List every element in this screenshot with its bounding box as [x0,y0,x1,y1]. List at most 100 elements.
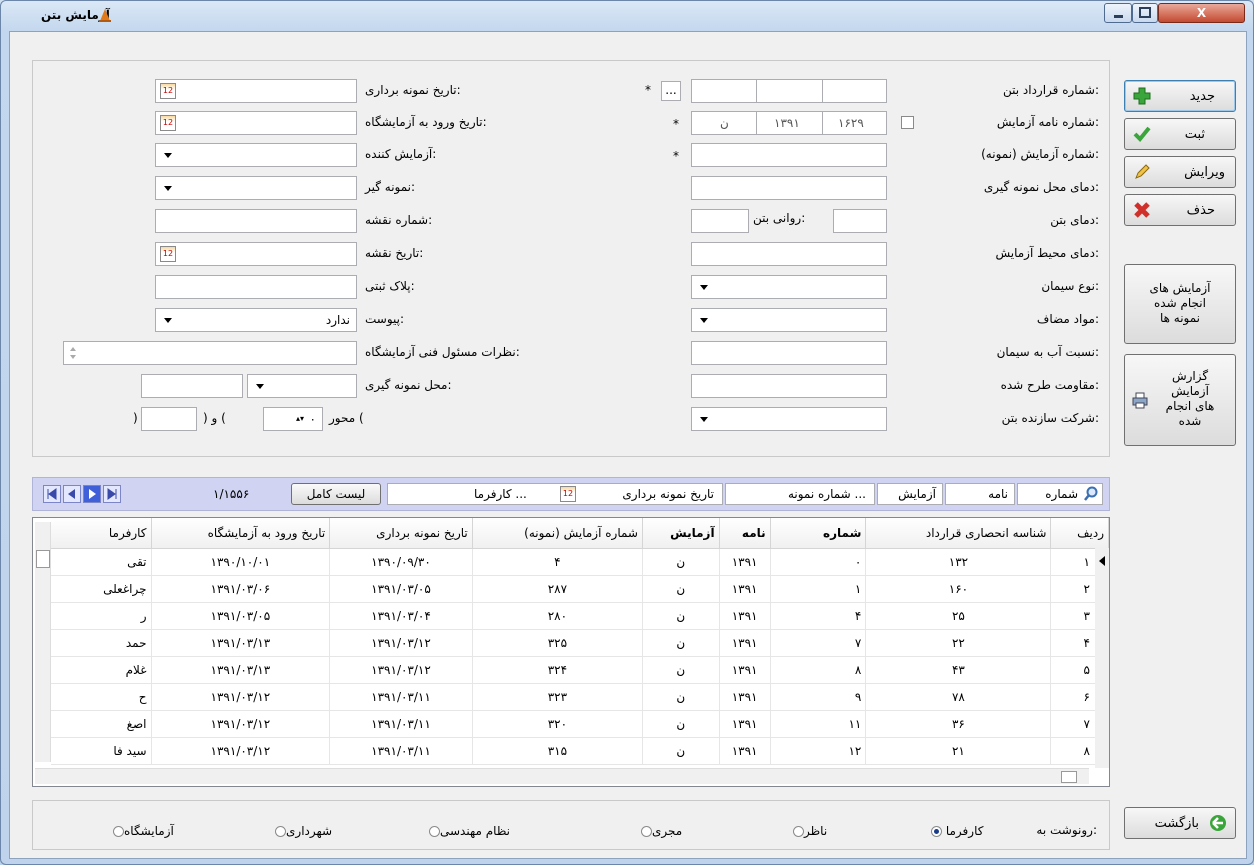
first-record-button[interactable] [43,485,61,503]
filter-letter: نامه [988,487,1008,501]
temp-sampling-field[interactable] [691,176,887,200]
minimize-button[interactable] [1104,3,1132,23]
maximize-button[interactable] [1132,3,1158,23]
col-lab-entry-date[interactable]: تاریخ ورود به آزمایشگاه [151,518,331,549]
map-date-field[interactable]: 12 [155,242,357,266]
table-row[interactable]: ح ۱۳۹۱/۰۳/۱۲ ۱۳۹۱/۰۳/۱۱ ۳۲۳ ن ۱۳۹۱ ۹ ۷۸ ۶ [51,683,1109,711]
title-bar[interactable]: آزمایش بتن X [1,1,1253,31]
copy-municipality-radio[interactable]: شهرداری [275,824,332,838]
table-row[interactable]: ر ۱۳۹۱/۰۳/۰۵ ۱۳۹۱/۰۳/۰۴ ۲۸۰ ن ۱۳۹۱ ۴ ۲۵ ۳ [51,602,1109,630]
records-grid[interactable]: کارفرما تاریخ ورود به آزمایشگاه تاریخ نم… [32,517,1110,787]
slump-field[interactable] [691,209,749,233]
sampler-select[interactable] [155,176,357,200]
sampling-place-text[interactable] [141,374,243,398]
test-filter[interactable]: آزمایش [877,483,943,505]
col-row[interactable]: ردیف [1050,518,1109,549]
map-no-field[interactable] [155,209,357,233]
prev-record-button[interactable] [63,485,81,503]
col-number[interactable]: شماره [770,518,867,549]
table-row[interactable]: تقی ۱۳۹۰/۱۰/۰۱ ۱۳۹۰/۰۹/۳۰ ۴ ن ۱۳۹۱ ۰ ۱۳۲ ۱ [51,548,1109,576]
tester-label: آزمایش کننده: [365,147,437,161]
table-cell: ۱۳۹۱ [719,656,771,684]
save-button[interactable]: ثبت [1124,118,1236,150]
calendar-icon[interactable]: 12 [160,83,176,99]
edit-button[interactable]: ویرایش [1124,156,1236,188]
design-strength-field[interactable] [691,374,887,398]
delete-button[interactable]: حذف [1124,194,1236,226]
next-record-button[interactable] [83,485,101,503]
test-letter-checkbox[interactable] [901,116,914,129]
radio-icon [793,826,804,837]
table-row[interactable]: غلام ۱۳۹۱/۰۳/۱۳ ۱۳۹۱/۰۳/۱۲ ۳۲۴ ن ۱۳۹۱ ۸ ۴۳ ۵ [51,656,1109,684]
contract-no-field[interactable] [691,79,887,103]
copy-engineering-radio[interactable]: نظام مهندسی [429,824,510,838]
test-letter-no-field[interactable]: ن ۱۳۹۱ ۱۶۲۹ [691,111,887,135]
contract-lookup-button[interactable]: ... [661,81,681,101]
col-letter[interactable]: نامه [719,518,771,549]
attachment-select[interactable]: ندارد [155,308,357,332]
table-cell: ن [642,575,720,603]
lab-comments-field[interactable] [63,341,357,365]
producer-select[interactable] [691,407,887,431]
table-cell: ۳۶ [865,710,1052,738]
minimize-icon [1114,15,1123,18]
sampling-date-field[interactable]: 12 [155,79,357,103]
calendar-icon[interactable]: 12 [160,115,176,131]
full-list-button[interactable]: لیست کامل [291,483,381,505]
attachment-label: پیوست: [365,312,405,326]
table-cell: ۱۳۹۱ [719,602,771,630]
close-button[interactable]: X [1158,3,1245,23]
search-icon [1084,486,1098,501]
horizontal-scrollbar[interactable] [35,768,1089,784]
col-sampling-date[interactable]: تاریخ نمونه برداری [329,518,473,549]
table-row[interactable]: چراغعلی ۱۳۹۱/۰۳/۰۶ ۱۳۹۱/۰۳/۰۵ ۲۸۷ ن ۱۳۹۱ ۱ ۱۶۰ ۲ [51,575,1109,603]
report-button[interactable]: گزارش آزمایش های انجام شده [1124,354,1236,446]
first-icon [47,488,57,500]
calendar-icon[interactable]: 12 [560,486,576,502]
copy-lab-radio[interactable]: آزمایشگاه [113,824,174,838]
back-button[interactable]: بازگشت [1124,807,1236,839]
lab-entry-date-label: تاریخ ورود به آزمایشگاه: [365,115,487,129]
additives-label: مواد مضاف: [1036,312,1099,326]
plate-field[interactable] [155,275,357,299]
env-temp-field[interactable] [691,242,887,266]
test-no-field[interactable] [691,143,887,167]
table-cell: ر [51,602,152,630]
table-row[interactable]: حمد ۱۳۹۱/۰۳/۱۳ ۱۳۹۱/۰۳/۱۲ ۳۲۵ ن ۱۳۹۱ ۷ ۲۲ ۴ [51,629,1109,657]
vertical-scrollbar[interactable] [35,522,51,762]
lab-entry-date-field[interactable]: 12 [155,111,357,135]
cement-type-select[interactable] [691,275,887,299]
plus-icon [1133,87,1151,105]
radio-selected-icon [931,826,942,837]
table-cell: ن [642,710,720,738]
wc-ratio-field[interactable] [691,341,887,365]
copy-supervisor-radio[interactable]: ناظر [793,824,827,838]
employer-date-filter[interactable]: تاریخ نمونه برداری 12 کارفرما ... [387,483,723,505]
copy-employer-radio[interactable]: کارفرما [931,824,983,838]
col-test-no[interactable]: شماره آزمایش (نمونه) [472,518,643,549]
sample-no-filter[interactable]: شماره نمونه ... [725,483,875,505]
cement-type-label: نوع سیمان: [1041,279,1099,293]
done-tests-button[interactable]: آزمایش های انجام شده نمونه ها [1124,264,1236,344]
last-record-button[interactable] [103,485,121,503]
h-scrollbar-thumb[interactable] [1061,771,1077,783]
scrollbar-thumb[interactable] [36,550,50,568]
sampling-place-select[interactable] [247,374,357,398]
number-filter[interactable]: شماره [1017,483,1103,505]
tester-select[interactable] [155,143,357,167]
axis-second-field[interactable] [141,407,197,431]
col-contract-id[interactable]: شناسه انحصاری قرارداد [865,518,1052,549]
new-button[interactable]: جدید [1124,80,1236,112]
additives-select[interactable] [691,308,887,332]
axis-first-field[interactable]: ۰ ▴▾ [263,407,323,431]
letter-filter[interactable]: نامه [945,483,1015,505]
table-row[interactable]: اصغ ۱۳۹۱/۰۳/۱۲ ۱۳۹۱/۰۳/۱۱ ۳۲۰ ن ۱۳۹۱ ۱۱ ۳۶ ۷ [51,710,1109,738]
copy-contractor-radio[interactable]: مجری [641,824,682,838]
concrete-temp-field[interactable] [833,209,887,233]
filter-test: آزمایش [898,487,936,501]
col-test[interactable]: آزمایش [642,518,720,549]
col-employer[interactable]: کارفرما [51,518,152,549]
calendar-icon[interactable]: 12 [160,246,176,262]
table-row[interactable]: سید فا ۱۳۹۱/۰۳/۱۲ ۱۳۹۱/۰۳/۱۱ ۳۱۵ ن ۱۳۹۱ ۱۲ ۲۱ ۸ [51,737,1109,765]
lab-comments-label: نظرات مسئول فنی آزمایشگاه: [365,345,520,359]
